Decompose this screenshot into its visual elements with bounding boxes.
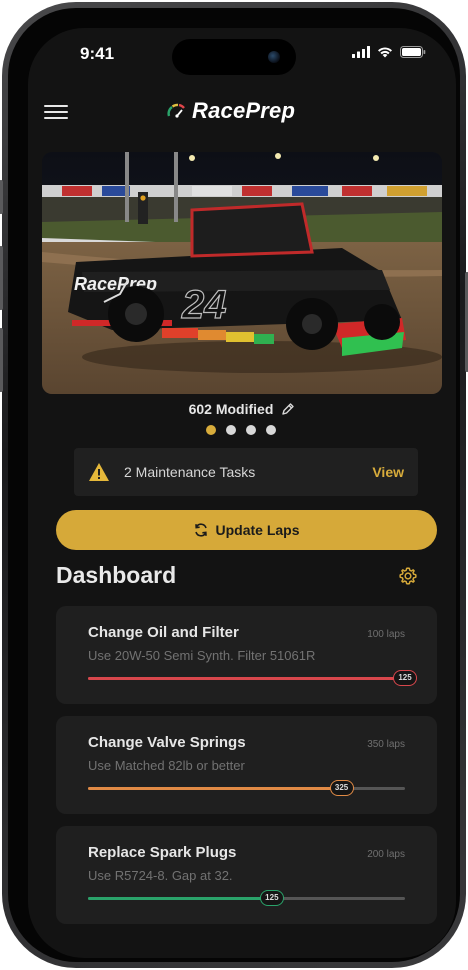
- car-image[interactable]: RacePrep 24: [42, 152, 442, 394]
- carousel-dot[interactable]: [226, 425, 236, 435]
- car-number: 24: [181, 283, 227, 327]
- task-progress-fill: [88, 787, 342, 790]
- task-title: Change Oil and Filter: [88, 624, 239, 641]
- app-name: RacePrep: [192, 98, 296, 123]
- update-laps-button[interactable]: Update Laps: [56, 510, 437, 550]
- task-description: Use 20W-50 Semi Synth. Filter 51061R: [88, 648, 316, 663]
- task-laps-badge: 325: [329, 780, 354, 796]
- volume-down-button: [0, 328, 3, 392]
- task-laps-badge: 125: [259, 890, 284, 906]
- maintenance-alert: 2 Maintenance Tasks View: [74, 448, 418, 496]
- carousel-dot[interactable]: [206, 425, 216, 435]
- status-time: 9:41: [80, 44, 115, 63]
- volume-up-button: [0, 246, 3, 310]
- task-title: Change Valve Springs: [88, 734, 246, 751]
- screen: 9:41 RacePrep RacePrep 24 602 Modified 2…: [28, 28, 456, 958]
- dashboard-title: Dashboard: [56, 562, 177, 588]
- carousel-dot[interactable]: [246, 425, 256, 435]
- task-progress-bar: 125: [88, 890, 405, 906]
- signal-icon: [352, 46, 370, 58]
- task-description: Use Matched 82lb or better: [88, 758, 245, 773]
- view-link[interactable]: View: [372, 464, 404, 480]
- task-progress-bar: 125: [88, 670, 417, 686]
- warning-icon: [89, 463, 109, 481]
- carousel-dot[interactable]: [266, 425, 276, 435]
- menu-icon: [44, 105, 68, 107]
- car-title: 602 Modified: [28, 401, 456, 417]
- car-name: 602 Modified: [188, 401, 274, 417]
- task-description: Use R5724-8. Gap at 32.: [88, 868, 233, 883]
- task-card[interactable]: Change Valve Springs 350 laps Use Matche…: [56, 716, 437, 814]
- dynamic-island: [172, 39, 296, 75]
- phone-frame: 9:41 RacePrep RacePrep 24 602 Modified 2…: [0, 2, 468, 968]
- task-interval: 350 laps: [367, 739, 405, 750]
- car-photo: RacePrep 24: [42, 152, 442, 394]
- mute-switch: [0, 180, 3, 214]
- task-progress-bar: 325: [88, 780, 405, 796]
- gear-icon[interactable]: [398, 566, 418, 586]
- task-title: Replace Spark Plugs: [88, 844, 237, 861]
- task-interval: 100 laps: [367, 629, 405, 640]
- speedometer-icon: [167, 103, 185, 118]
- alert-text: 2 Maintenance Tasks: [124, 464, 256, 480]
- task-card[interactable]: Replace Spark Plugs 200 laps Use R5724-8…: [56, 826, 437, 924]
- pencil-icon[interactable]: [281, 402, 295, 416]
- task-laps-badge: 125: [393, 670, 417, 686]
- update-laps-label: Update Laps: [215, 522, 300, 538]
- task-interval: 200 laps: [367, 849, 405, 860]
- camera-icon: [268, 51, 280, 63]
- carousel-dots: [206, 425, 276, 435]
- app-logo: RacePrep: [166, 98, 295, 124]
- refresh-icon: [195, 523, 208, 537]
- task-card[interactable]: Change Oil and Filter 100 laps Use 20W-5…: [56, 606, 437, 704]
- wifi-icon: [378, 47, 392, 58]
- phone-bezel: 9:41 RacePrep RacePrep 24 602 Modified 2…: [8, 8, 460, 962]
- task-progress-fill: [88, 677, 405, 680]
- menu-button[interactable]: [44, 102, 68, 122]
- task-progress-fill: [88, 897, 272, 900]
- battery-icon: [400, 46, 426, 58]
- status-icons: [352, 46, 426, 58]
